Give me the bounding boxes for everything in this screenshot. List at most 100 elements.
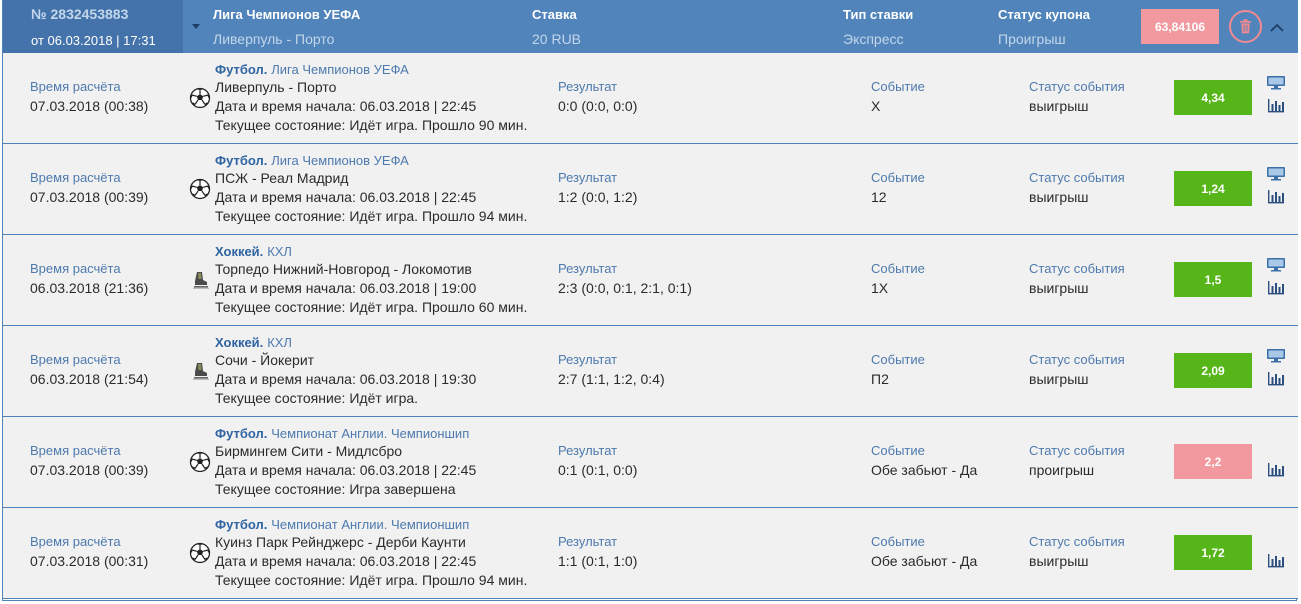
result-value: 2:7 (1:1, 1:2, 0:4) <box>558 371 665 387</box>
match-start: Дата и время начала: 06.03.2018 | 19:30 <box>215 371 476 387</box>
match-state-label: Текущее состояние: <box>215 117 346 133</box>
coupon-status-label: Статус купона <box>998 7 1091 22</box>
match-name[interactable]: Сочи - Йокерит <box>215 352 314 368</box>
statistics-bar-chart-icon[interactable] <box>1267 189 1285 204</box>
odds-badge: 1,72 <box>1174 535 1252 570</box>
result-value: 1:2 (0:0, 1:2) <box>558 189 638 205</box>
tv-monitor-icon[interactable] <box>1266 75 1286 90</box>
match-start-label: Дата и время начала: <box>215 462 356 478</box>
odds-badge: 2,2 <box>1174 444 1252 479</box>
match-name[interactable]: Ливерпуль - Порто <box>215 79 336 95</box>
odds-badge: 1,24 <box>1174 171 1252 206</box>
match-name[interactable]: ПСЖ - Реал Мадрид <box>215 170 348 186</box>
sport-league: Футбол. Лига Чемпионов УЕФА <box>215 152 409 168</box>
bet-type-label: Тип ставки <box>843 7 914 22</box>
coupon-header[interactable]: № 2832453883 от 06.03.2018 | 17:31 Лига … <box>3 0 1298 53</box>
match-start-label: Дата и время начала: <box>215 280 356 296</box>
event-status-label: Статус события <box>1029 79 1125 94</box>
bet-row: Время расчёта 07.03.2018 (00:39) Футбол.… <box>3 144 1298 235</box>
event-label: Событие <box>871 79 925 94</box>
event-status-label: Статус события <box>1029 261 1125 276</box>
settle-time-label: Время расчёта <box>30 443 121 458</box>
settle-time-value: 07.03.2018 (00:39) <box>30 462 149 478</box>
odds-badge: 4,34 <box>1174 80 1252 115</box>
event-label: Событие <box>871 170 925 185</box>
tournament-label: Лига Чемпионов УЕФА <box>213 7 361 22</box>
match-start-label: Дата и время начала: <box>215 189 356 205</box>
settle-time-value: 07.03.2018 (00:31) <box>30 553 149 569</box>
league-name: КХЛ <box>267 244 292 259</box>
match-start-label: Дата и время начала: <box>215 371 356 387</box>
match-start: Дата и время начала: 06.03.2018 | 22:45 <box>215 189 476 205</box>
statistics-bar-chart-icon[interactable] <box>1267 462 1285 477</box>
collapse-chevron-up-icon[interactable] <box>1267 18 1287 36</box>
match-start-value: 06.03.2018 | 22:45 <box>359 98 477 114</box>
event-value: X <box>871 98 881 114</box>
settle-time-value: 06.03.2018 (21:54) <box>30 371 149 387</box>
match-name[interactable]: Бирмингем Сити - Мидлсбро <box>215 443 402 459</box>
league-name: Лига Чемпионов УЕФА <box>271 62 409 77</box>
coupon-number: № 2832453883 <box>31 6 129 22</box>
result-label: Результат <box>558 352 618 367</box>
event-status-value: выигрыш <box>1029 553 1089 569</box>
match-state: Текущее состояние: Идёт игра. <box>215 390 418 406</box>
result-label: Результат <box>558 170 618 185</box>
sport-name: Футбол. <box>215 517 268 532</box>
statistics-bar-chart-icon[interactable] <box>1267 371 1285 386</box>
soccer-ball-icon <box>189 87 211 109</box>
sport-icon <box>189 360 211 382</box>
match-name[interactable]: Куинз Парк Рейнджерс - Дерби Каунти <box>215 534 466 550</box>
league-name: Чемпионат Англии. Чемпионшип <box>271 426 470 441</box>
sport-name: Футбол. <box>215 426 268 441</box>
match-state: Текущее состояние: Идёт игра. Прошло 94 … <box>215 208 527 224</box>
result-value: 1:1 (0:1, 1:0) <box>558 553 638 569</box>
sport-league: Хоккей. КХЛ <box>215 243 292 259</box>
expand-caret-icon[interactable] <box>192 24 200 29</box>
match-start-value: 06.03.2018 | 22:45 <box>359 189 477 205</box>
match-start: Дата и время начала: 06.03.2018 | 19:00 <box>215 280 476 296</box>
sport-icon <box>189 542 211 564</box>
match-state-value: Идёт игра. Прошло 60 мин. <box>349 299 528 315</box>
match-start: Дата и время начала: 06.03.2018 | 22:45 <box>215 98 476 114</box>
match-state-label: Текущее состояние: <box>215 572 346 588</box>
sport-icon <box>189 178 211 200</box>
tv-monitor-icon[interactable] <box>1266 257 1286 272</box>
statistics-bar-chart-icon[interactable] <box>1267 98 1285 113</box>
bet-row: Время расчёта 07.03.2018 (00:38) Футбол.… <box>3 53 1298 144</box>
total-odds-badge: 63,84106 <box>1141 9 1219 44</box>
match-state-value: Игра завершена <box>349 481 456 497</box>
statistics-bar-chart-icon[interactable] <box>1267 553 1285 568</box>
event-status-value: выигрыш <box>1029 189 1089 205</box>
sport-league: Футбол. Чемпионат Англии. Чемпионшип <box>215 425 469 441</box>
event-value: П2 <box>871 371 889 387</box>
sport-name: Хоккей. <box>215 244 264 259</box>
statistics-bar-chart-icon[interactable] <box>1267 280 1285 295</box>
hockey-skate-icon <box>193 363 209 380</box>
odds-badge: 2,09 <box>1174 353 1252 388</box>
coupon-card: № 2832453883 от 06.03.2018 | 17:31 Лига … <box>2 0 1298 601</box>
tv-monitor-icon[interactable] <box>1266 166 1286 181</box>
event-status-label: Статус события <box>1029 352 1125 367</box>
delete-coupon-button[interactable] <box>1229 10 1262 43</box>
event-status-value: выигрыш <box>1029 371 1089 387</box>
event-value: Обе забьют - Да <box>871 462 978 478</box>
sport-icon <box>189 269 211 291</box>
bet-row: Время расчёта 06.03.2018 (21:36) Хоккей.… <box>3 235 1298 326</box>
league-name: КХЛ <box>267 335 292 350</box>
sport-name: Хоккей. <box>215 335 264 350</box>
match-state-value: Идёт игра. Прошло 94 мин. <box>349 208 528 224</box>
match-name[interactable]: Торпедо Нижний-Новгород - Локомотив <box>215 261 472 277</box>
event-value: Обе забьют - Да <box>871 553 978 569</box>
match-state: Текущее состояние: Идёт игра. Прошло 90 … <box>215 117 527 133</box>
settle-time-label: Время расчёта <box>30 534 121 549</box>
bet-type-value: Экспресс <box>843 31 904 47</box>
match-state-label: Текущее состояние: <box>215 208 346 224</box>
event-value: 12 <box>871 189 887 205</box>
coupon-status-value: Проигрыш <box>998 31 1066 47</box>
stake-value: 20 RUB <box>532 31 582 47</box>
soccer-ball-icon <box>189 451 211 473</box>
match-start: Дата и время начала: 06.03.2018 | 22:45 <box>215 553 476 569</box>
league-name: Чемпионат Англии. Чемпионшип <box>271 517 470 532</box>
tv-monitor-icon[interactable] <box>1266 348 1286 363</box>
result-label: Результат <box>558 79 618 94</box>
